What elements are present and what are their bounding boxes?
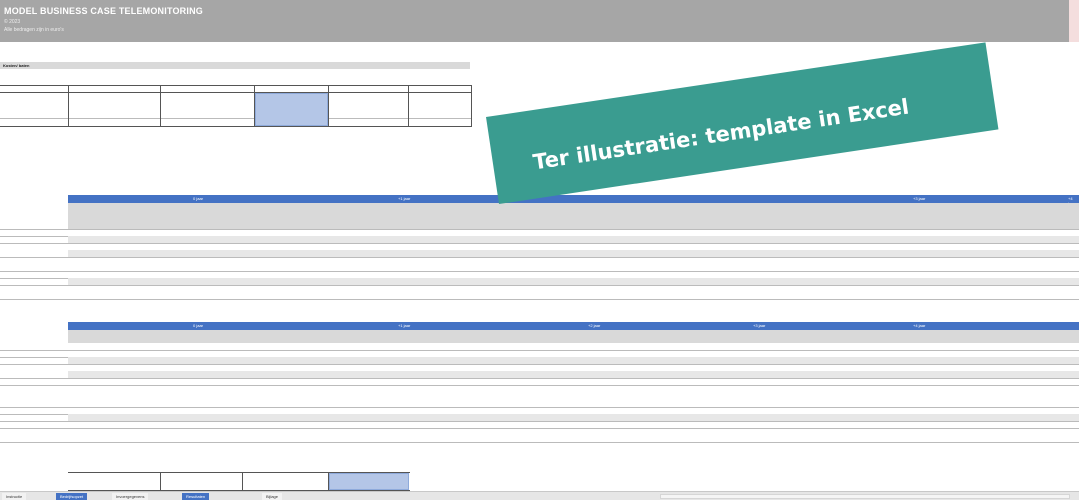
period-label: 0 jaar (193, 323, 204, 328)
sheet-tab[interactable]: Bijlage (262, 493, 283, 500)
param-table-border (0, 85, 472, 86)
period-label: +2 jaar (588, 323, 601, 328)
period-header-band: 0 jaar +1 jaar +3 jaar +4 jaar (68, 195, 1079, 206)
row-line (0, 407, 1079, 408)
row-line (0, 428, 1079, 429)
grey-band (68, 236, 1079, 243)
sheet-tab-active[interactable]: Bedrijfsopzet (56, 493, 88, 500)
title-right-strip (1069, 0, 1079, 42)
illustration-banner: Ter illustratie: template in Excel (486, 42, 999, 205)
sheet-tabs-bar: Instructie Bedrijfsopzet Invoergegevens … (0, 491, 1079, 500)
row-line (0, 271, 1079, 272)
param-table-border (328, 85, 329, 126)
sheet-title: MODEL BUSINESS CASE TELEMONITORING (4, 6, 203, 16)
param-table-border (408, 85, 409, 126)
section-header: Kosten/ baten (0, 62, 470, 69)
grey-band (68, 330, 1079, 343)
summary-result-cell[interactable] (329, 473, 409, 490)
row-line (0, 285, 1079, 286)
row-line (0, 385, 1079, 386)
sheet-title-bar: MODEL BUSINESS CASE TELEMONITORING © 202… (0, 0, 1079, 42)
sheet-subtitle: © 2023 (4, 19, 21, 25)
period-label: +3 jaar (753, 323, 766, 328)
param-table-border (160, 85, 161, 126)
param-table-border (0, 92, 472, 93)
period-label: +1 jaar (398, 323, 411, 328)
param-table-border (0, 126, 472, 127)
grey-band (68, 203, 1079, 229)
banner-text: Ter illustratie: template in Excel (531, 94, 911, 175)
grey-band (68, 357, 1079, 364)
row-line (0, 364, 1079, 365)
row-line (0, 243, 1079, 244)
grey-band (68, 371, 1079, 378)
sheet-note: Alle bedragen zijn in euro's (4, 27, 64, 33)
summary-table-border (242, 472, 243, 490)
section-label: Kosten/ baten (3, 63, 30, 68)
row-line (0, 257, 1079, 258)
period-label: +4 jaar (913, 323, 926, 328)
row-line (0, 350, 1079, 351)
grey-band (68, 250, 1079, 257)
sheet-tab[interactable]: Instructie (2, 493, 27, 500)
selected-cell[interactable] (255, 93, 328, 126)
period-label: +1 jaar (398, 196, 411, 201)
param-table-border (0, 118, 472, 119)
grey-band (68, 414, 1079, 421)
row-line (0, 421, 1079, 422)
horizontal-scrollbar[interactable] (660, 494, 1070, 499)
row-line (0, 229, 1079, 230)
grey-band (68, 278, 1079, 285)
param-table-border (471, 85, 472, 126)
sheet-tab[interactable]: Invoergegevens (112, 493, 149, 500)
param-table-border (68, 85, 69, 126)
period-header-band: 0 jaar +1 jaar +2 jaar +3 jaar +4 jaar (68, 322, 1079, 330)
row-line (0, 378, 1079, 379)
sheet-tab[interactable]: Resultaten (182, 493, 210, 500)
row-line (0, 299, 1079, 300)
row-line (0, 442, 1079, 443)
summary-table-border (160, 472, 161, 490)
period-label: +3 jaar (913, 196, 926, 201)
period-label: 0 jaar (193, 196, 204, 201)
